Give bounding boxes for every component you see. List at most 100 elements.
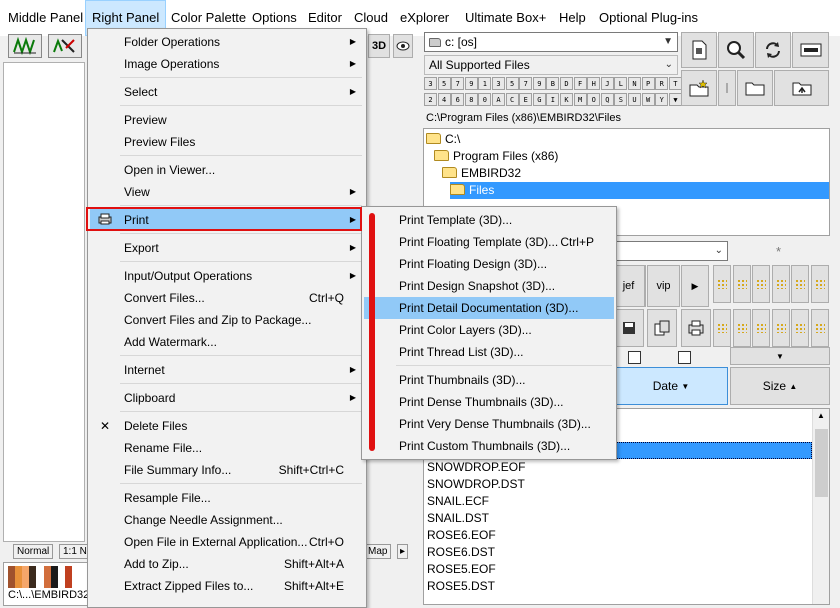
letter-filter-button[interactable]: 9 (532, 77, 546, 90)
tree-node[interactable]: Files (450, 182, 829, 199)
file-filter-select[interactable]: All Supported Files ⌄ (424, 55, 678, 75)
letter-filter-button[interactable]: Y (655, 93, 669, 106)
letter-filter-button[interactable]: R (655, 77, 669, 90)
letter-filter-button[interactable]: S (614, 93, 628, 106)
tree-node[interactable]: Program Files (x86) (434, 148, 558, 165)
letter-filter-button[interactable]: 3 (492, 77, 505, 90)
letter-filter-button[interactable]: 1 (478, 77, 492, 90)
stitch-cut-tool-icon[interactable] (48, 34, 82, 58)
view-grid-icon[interactable] (752, 265, 770, 303)
file-list-item[interactable]: SNAIL.DST (427, 510, 489, 527)
menu-middle-panel[interactable]: Middle Panel (2, 0, 89, 36)
zoom-search-icon[interactable] (718, 32, 754, 68)
letter-filter-button[interactable]: 3 (424, 77, 437, 90)
file-list-item[interactable]: SNOWDROP.DST (427, 476, 525, 493)
letter-filter-button[interactable]: D (560, 77, 573, 90)
rename-icon[interactable] (792, 32, 829, 68)
menu-item-open-in-viewer[interactable]: Open in Viewer... (90, 159, 364, 181)
menu-item-folder-operations[interactable]: Folder Operations ▶ (90, 31, 364, 53)
menu-item-print-custom-thumbnails-3d[interactable]: Print Custom Thumbnails (3D)... (364, 435, 614, 457)
scrollbar-thumb[interactable] (815, 429, 828, 497)
menu-item-add-watermark[interactable]: Add Watermark... (90, 331, 364, 353)
sort-size-button[interactable]: Size ▲ (730, 367, 830, 405)
letter-filter-button[interactable]: I (546, 93, 560, 106)
refresh-icon[interactable] (755, 32, 791, 68)
file-list-scrollbar[interactable]: ▲ (812, 409, 829, 604)
letter-filter-button[interactable]: E (519, 93, 533, 106)
eye-icon[interactable] (393, 34, 413, 58)
letter-filter-button[interactable]: G (532, 93, 546, 106)
file-list-item[interactable]: SNOWDROP.EOF (427, 459, 525, 476)
menu-item-print-dense-thumbnails-3d[interactable]: Print Dense Thumbnails (3D)... (364, 391, 614, 413)
view-grid-icon[interactable] (771, 309, 790, 347)
letter-filter-button[interactable]: L (614, 77, 628, 90)
menu-item-add-to-zip[interactable]: Add to Zip... Shift+Alt+A (90, 553, 364, 575)
stitch-tool-icon[interactable] (8, 34, 42, 58)
menu-item-print-thread-list-3d[interactable]: Print Thread List (3D)... (364, 341, 614, 363)
letter-filter-button[interactable]: Q (600, 93, 614, 106)
letter-filter-button[interactable]: A (492, 93, 505, 106)
letter-filter-button[interactable]: P (641, 77, 655, 90)
letter-filter-button[interactable]: C (505, 93, 519, 106)
menu-item-print-design-snapshot-3d[interactable]: Print Design Snapshot (3D)... (364, 275, 614, 297)
menu-item-open-file-in-external-application[interactable]: Open File in External Application... Ctrl… (90, 531, 364, 553)
tree-node[interactable]: EMBIRD32 (442, 165, 521, 182)
option-checkbox-2[interactable] (678, 351, 691, 364)
menu-item-rename-file[interactable]: Rename File... (90, 437, 364, 459)
letter-filter-button[interactable]: H (587, 77, 601, 90)
menu-item-input-output-operations[interactable]: Input/Output Operations ▶ (90, 265, 364, 287)
format-vip-button[interactable]: vip (647, 265, 680, 307)
option-checkbox-1[interactable] (628, 351, 641, 364)
letter-filter-button[interactable]: K (560, 93, 573, 106)
view-grid-icon[interactable] (771, 265, 790, 303)
menu-item-preview[interactable]: Preview (90, 109, 364, 131)
menu-item-print-color-layers-3d[interactable]: Print Color Layers (3D)... (364, 319, 614, 341)
scroll-up-icon[interactable]: ▲ (817, 411, 825, 420)
menu-item-preview-files[interactable]: Preview Files (90, 131, 364, 153)
letter-filter-button[interactable]: N (628, 77, 641, 90)
letter-filter-button[interactable]: 4 (437, 93, 451, 106)
next-format-icon[interactable]: ▶ (681, 265, 709, 307)
menu-item-file-summary-info[interactable]: File Summary Info... Shift+Ctrl+C (90, 459, 364, 481)
view-grid-icon[interactable] (732, 265, 751, 303)
menu-item-select[interactable]: Select ▶ (90, 81, 364, 103)
3d-view-button[interactable]: 3D (368, 34, 390, 58)
format-filter-select[interactable]: ⌄ (612, 241, 728, 261)
letter-filter-button[interactable]: W (641, 93, 655, 106)
left-panel-canvas[interactable] (3, 62, 85, 542)
letter-filter-button[interactable]: F (573, 77, 587, 90)
view-grid-icon[interactable] (791, 309, 809, 347)
menu-item-print-detail-documentation-3d[interactable]: Print Detail Documentation (3D)... (364, 297, 614, 319)
menu-item-print-floating-template-3d[interactable]: Print Floating Template (3D)... Ctrl+P (364, 231, 614, 253)
menu-item-delete-files[interactable]: ✕ Delete Files (90, 415, 364, 437)
menu-optional-plug-ins[interactable]: Optional Plug-ins (593, 0, 704, 36)
grid-small-button[interactable] (718, 70, 736, 106)
menu-item-convert-files-and-zip-to-package[interactable]: Convert Files and Zip to Package... (90, 309, 364, 331)
menu-item-convert-files[interactable]: Convert Files... Ctrl+Q (90, 287, 364, 309)
menu-item-clipboard[interactable]: Clipboard ▶ (90, 387, 364, 409)
letter-filter-button[interactable]: 7 (451, 77, 465, 90)
view-grid-icon[interactable] (713, 265, 731, 303)
tab-map[interactable]: Map (364, 544, 392, 559)
view-grid-icon[interactable] (810, 265, 829, 303)
letter-filter-button[interactable]: B (546, 77, 560, 90)
menu-item-image-operations[interactable]: Image Operations ▶ (90, 53, 364, 75)
file-list-item[interactable]: ROSE5.EOF (427, 561, 496, 578)
letter-filter-button[interactable]: T (668, 77, 682, 90)
menu-help[interactable]: Help (553, 0, 592, 36)
letter-filter-button[interactable]: 7 (519, 77, 533, 90)
view-grid-icon[interactable] (732, 309, 751, 347)
sort-date-button[interactable]: Date ▼ (614, 367, 728, 405)
tree-node[interactable]: C:\ (426, 131, 460, 148)
file-list-item[interactable]: ROSE6.DST (427, 544, 495, 561)
letter-filter-button[interactable]: J (600, 77, 614, 90)
view-grid-icon[interactable] (791, 265, 809, 303)
save-icon[interactable] (614, 309, 644, 347)
new-file-icon[interactable] (681, 70, 717, 106)
menu-item-extract-zipped-files-to[interactable]: Extract Zipped Files to... Shift+Alt+E (90, 575, 364, 597)
letter-filter-button[interactable]: 9 (464, 77, 478, 90)
letter-filter-button[interactable]: M (573, 93, 587, 106)
file-list-item[interactable]: ROSE5.DST (427, 578, 495, 595)
letter-filter-button[interactable]: O (587, 93, 601, 106)
copy-files-icon[interactable] (647, 309, 677, 347)
